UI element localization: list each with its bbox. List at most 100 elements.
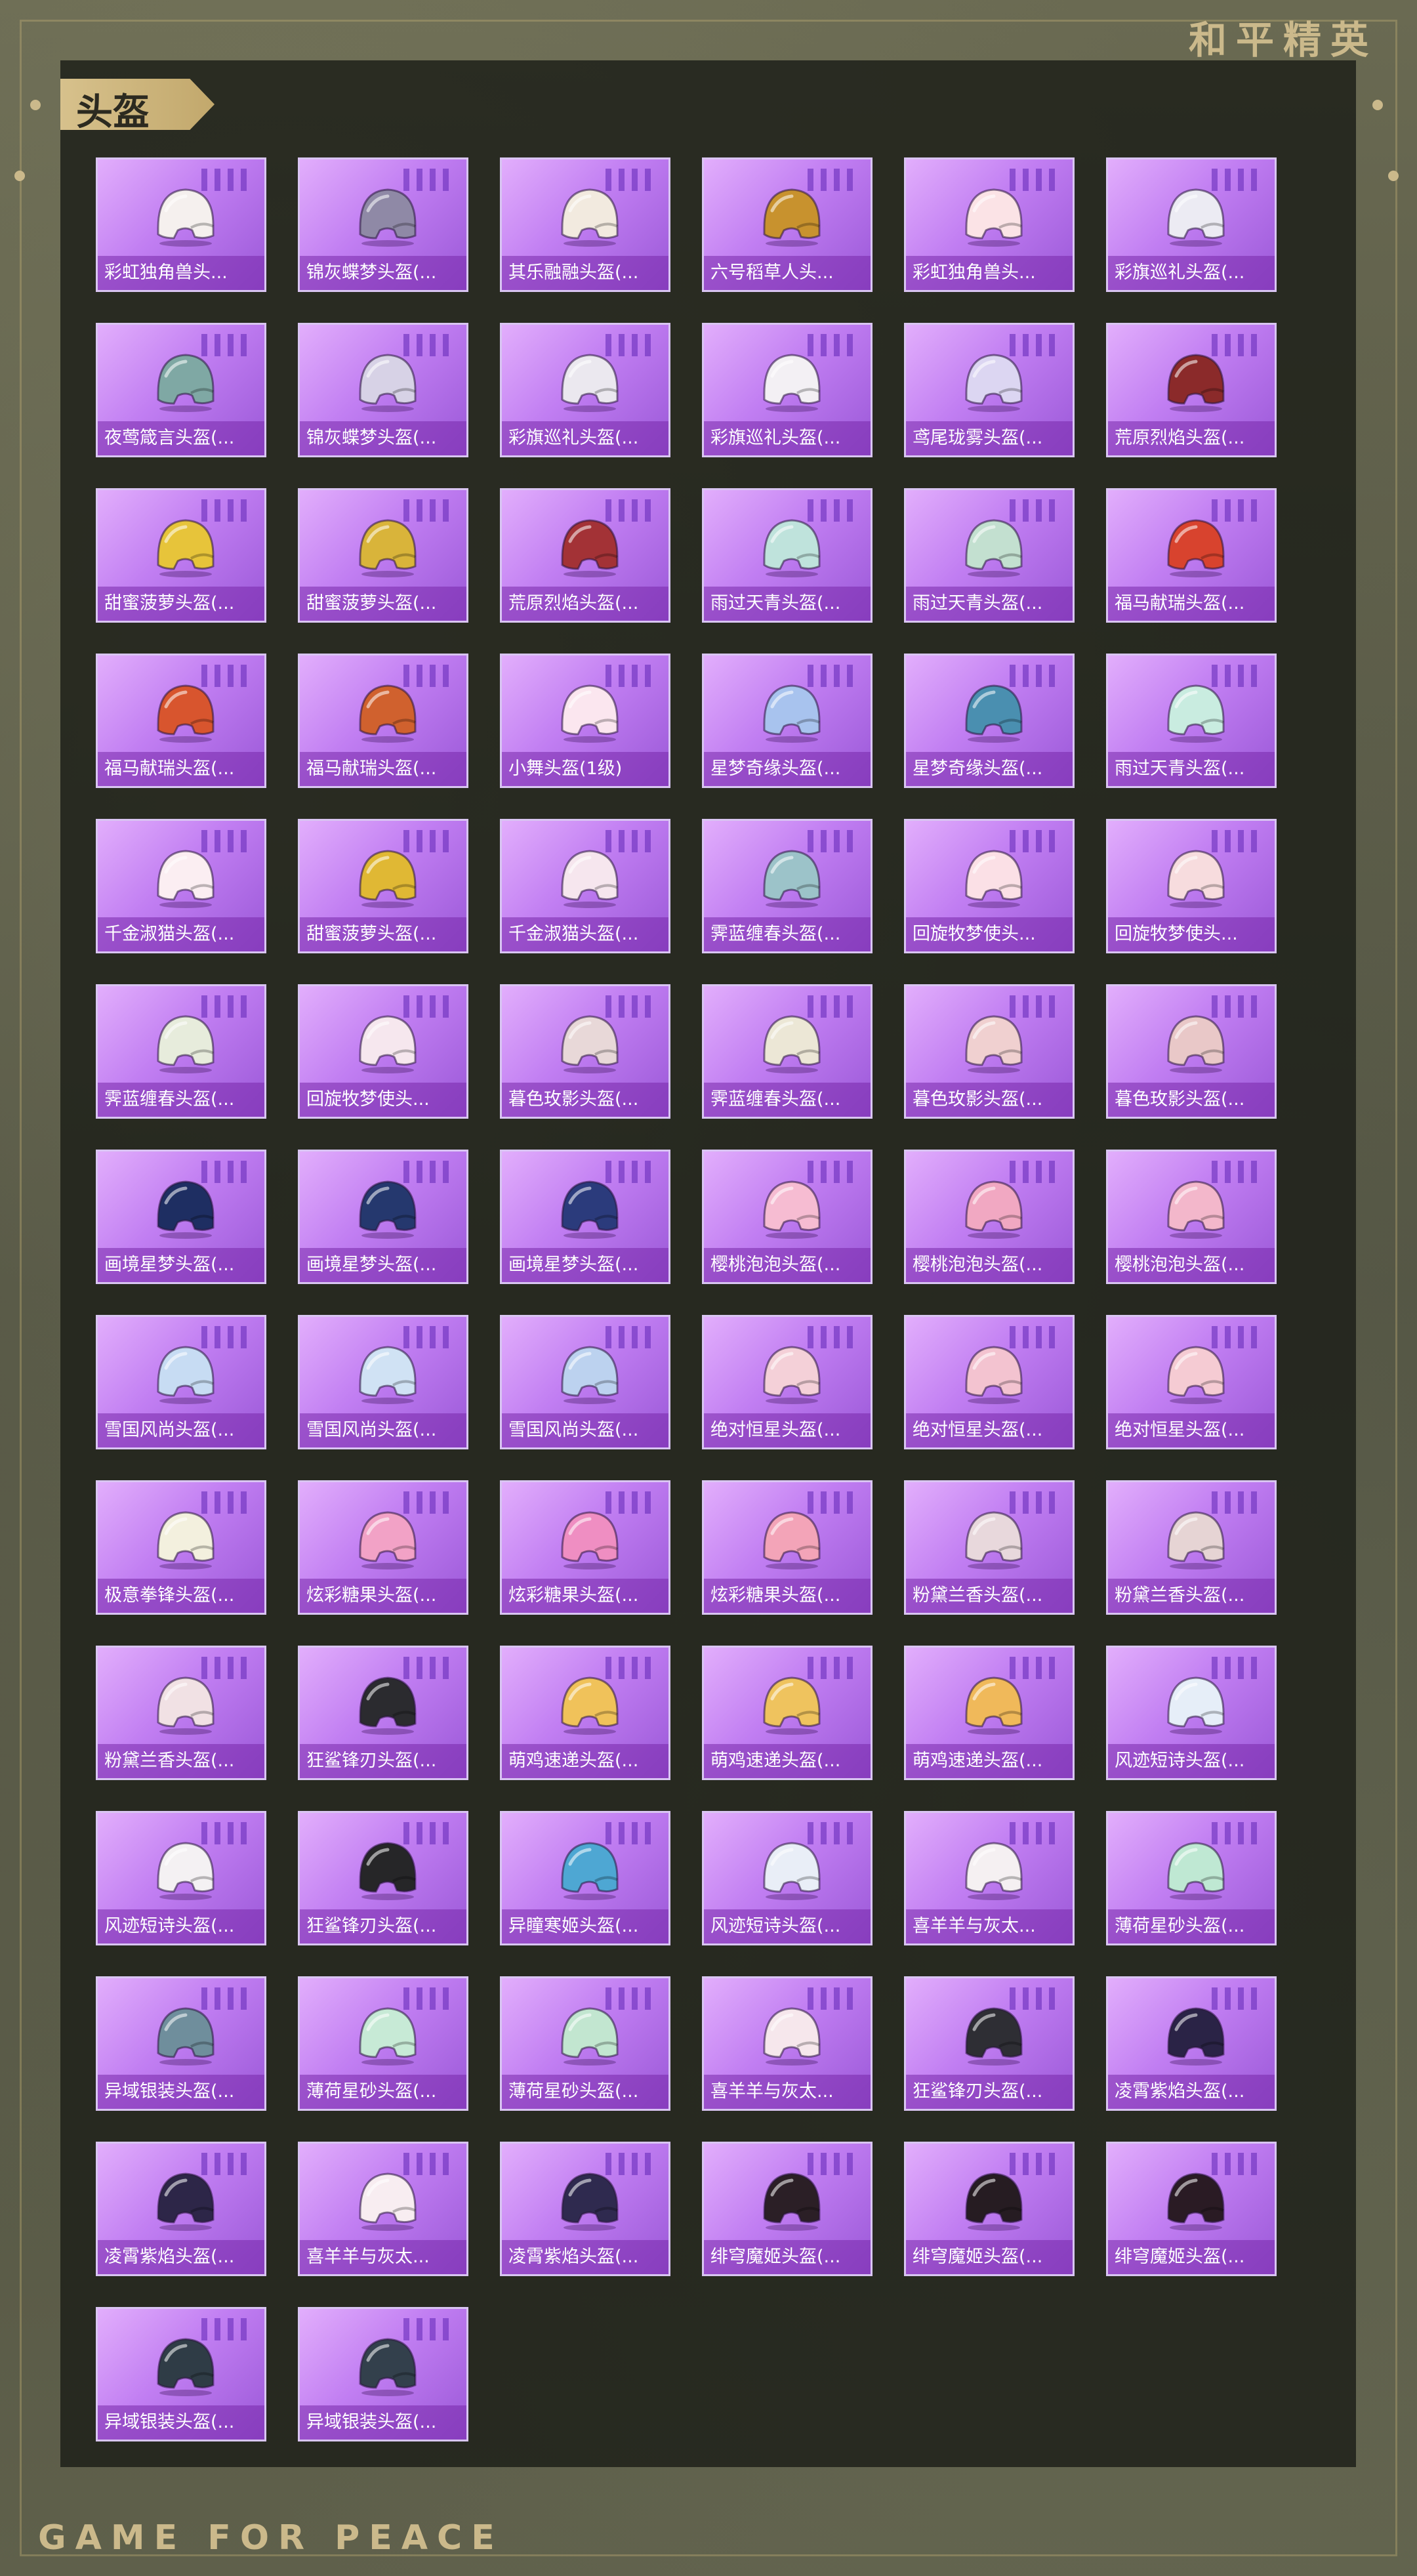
helmet-card[interactable]: 雨过天青头盔(... — [904, 488, 1075, 623]
helmet-card[interactable]: 六号稻草人头... — [702, 157, 873, 292]
helmet-card[interactable]: 绝对恒星头盔(... — [1106, 1315, 1277, 1449]
helmet-card[interactable]: 喜羊羊与灰太... — [702, 1976, 873, 2111]
helmet-card[interactable]: 鸢尾珑雾头盔(... — [904, 323, 1075, 457]
helmet-card[interactable]: 雨过天青头盔(... — [1106, 654, 1277, 788]
helmet-card[interactable]: 画境星梦头盔(... — [96, 1150, 266, 1284]
helmet-name: 异域银装头盔(... — [98, 2075, 264, 2109]
helmet-card[interactable]: 福马献瑞头盔(... — [96, 654, 266, 788]
helmet-card[interactable]: 彩虹独角兽头... — [904, 157, 1075, 292]
helmet-name: 福马献瑞头盔(... — [1108, 587, 1275, 621]
helmet-card[interactable]: 狂鲨锋刃头盔(... — [904, 1976, 1075, 2111]
helmet-card[interactable]: 喜羊羊与灰太... — [298, 2142, 468, 2276]
helmet-card[interactable]: 霁蓝缠春头盔(... — [96, 984, 266, 1119]
helmet-card[interactable]: 雪国风尚头盔(... — [96, 1315, 266, 1449]
helmet-card[interactable]: 彩旗巡礼头盔(... — [702, 323, 873, 457]
helmet-card[interactable]: 粉黛兰香头盔(... — [1106, 1480, 1277, 1615]
helmet-icon — [561, 1842, 619, 1900]
helmet-card[interactable]: 喜羊羊与灰太... — [904, 1811, 1075, 1945]
helmet-card[interactable]: 风迹短诗头盔(... — [96, 1811, 266, 1945]
helmet-card[interactable]: 薄荷星砂头盔(... — [500, 1976, 670, 2111]
helmet-card[interactable]: 锦灰蝶梦头盔(... — [298, 323, 468, 457]
helmet-card[interactable]: 绝对恒星头盔(... — [904, 1315, 1075, 1449]
helmet-card[interactable]: 夜莺箴言头盔(... — [96, 323, 266, 457]
helmet-name: 千金淑猫头盔(... — [502, 917, 668, 951]
helmet-card[interactable]: 暮色玫影头盔(... — [904, 984, 1075, 1119]
helmet-name: 回旋牧梦使头... — [1108, 917, 1275, 951]
helmet-card[interactable]: 回旋牧梦使头... — [1106, 819, 1277, 953]
helmet-card[interactable]: 星梦奇缘头盔(... — [702, 654, 873, 788]
helmet-card[interactable]: 甜蜜菠萝头盔(... — [96, 488, 266, 623]
helmet-icon — [157, 1346, 215, 1404]
helmet-card[interactable]: 粉黛兰香头盔(... — [96, 1646, 266, 1780]
helmet-card[interactable]: 樱桃泡泡头盔(... — [904, 1150, 1075, 1284]
helmet-card[interactable]: 雪国风尚头盔(... — [500, 1315, 670, 1449]
helmet-card[interactable]: 锦灰蝶梦头盔(... — [298, 157, 468, 292]
section-tab-helmets[interactable]: 头盔 — [60, 79, 215, 130]
helmet-icon — [1167, 1346, 1225, 1404]
helmet-icon — [763, 1180, 821, 1239]
helmet-card[interactable]: 风迹短诗头盔(... — [1106, 1646, 1277, 1780]
helmet-card[interactable]: 异域银装头盔(... — [298, 2307, 468, 2441]
helmet-icon — [763, 850, 821, 908]
helmet-card[interactable]: 回旋牧梦使头... — [298, 984, 468, 1119]
helmet-card[interactable]: 绝对恒星头盔(... — [702, 1315, 873, 1449]
helmet-card[interactable]: 凌霄紫焰头盔(... — [500, 2142, 670, 2276]
helmet-card[interactable]: 炫彩糖果头盔(... — [298, 1480, 468, 1615]
helmet-card[interactable]: 薄荷星砂头盔(... — [298, 1976, 468, 2111]
helmet-card[interactable]: 萌鸡速递头盔(... — [702, 1646, 873, 1780]
helmet-card[interactable]: 回旋牧梦使头... — [904, 819, 1075, 953]
helmet-card[interactable]: 甜蜜菠萝头盔(... — [298, 819, 468, 953]
helmet-card[interactable]: 其乐融融头盔(... — [500, 157, 670, 292]
helmet-card[interactable]: 异域银装头盔(... — [96, 2307, 266, 2441]
helmet-card[interactable]: 甜蜜菠萝头盔(... — [298, 488, 468, 623]
helmet-card[interactable]: 雪国风尚头盔(... — [298, 1315, 468, 1449]
helmet-card[interactable]: 风迹短诗头盔(... — [702, 1811, 873, 1945]
helmet-card[interactable]: 异瞳寒姬头盔(... — [500, 1811, 670, 1945]
helmet-card[interactable]: 千金淑猫头盔(... — [96, 819, 266, 953]
helmet-card[interactable]: 樱桃泡泡头盔(... — [702, 1150, 873, 1284]
helmet-name: 狂鲨锋刃头盔(... — [300, 1744, 466, 1778]
helmet-card[interactable]: 小舞头盔(1级) — [500, 654, 670, 788]
helmet-icon — [359, 2007, 417, 2066]
helmet-card[interactable]: 樱桃泡泡头盔(... — [1106, 1150, 1277, 1284]
helmet-card[interactable]: 星梦奇缘头盔(... — [904, 654, 1075, 788]
helmet-card[interactable]: 彩虹独角兽头... — [96, 157, 266, 292]
helmet-card[interactable]: 粉黛兰香头盔(... — [904, 1480, 1075, 1615]
helmet-card[interactable]: 千金淑猫头盔(... — [500, 819, 670, 953]
helmet-card[interactable]: 暮色玫影头盔(... — [500, 984, 670, 1119]
helmet-name: 福马献瑞头盔(... — [300, 752, 466, 786]
helmet-card[interactable]: 荒原烈焰头盔(... — [500, 488, 670, 623]
helmet-card[interactable]: 炫彩糖果头盔(... — [500, 1480, 670, 1615]
helmet-card[interactable]: 萌鸡速递头盔(... — [904, 1646, 1075, 1780]
helmet-card[interactable]: 极意拳锋头盔(... — [96, 1480, 266, 1615]
helmet-card[interactable]: 薄荷星砂头盔(... — [1106, 1811, 1277, 1945]
helmet-icon — [965, 1015, 1023, 1073]
helmet-card[interactable]: 绯穹魔姬头盔(... — [1106, 2142, 1277, 2276]
helmet-name: 彩旗巡礼头盔(... — [1108, 256, 1275, 290]
helmet-card[interactable]: 画境星梦头盔(... — [298, 1150, 468, 1284]
helmet-icon — [561, 1676, 619, 1735]
helmet-card[interactable]: 画境星梦头盔(... — [500, 1150, 670, 1284]
helmet-name: 薄荷星砂头盔(... — [1108, 1909, 1275, 1943]
helmet-card[interactable]: 福马献瑞头盔(... — [298, 654, 468, 788]
helmet-name: 福马献瑞头盔(... — [98, 752, 264, 786]
helmet-card[interactable]: 暮色玫影头盔(... — [1106, 984, 1277, 1119]
helmet-card[interactable]: 狂鲨锋刃头盔(... — [298, 1811, 468, 1945]
helmet-card[interactable]: 雨过天青头盔(... — [702, 488, 873, 623]
helmet-card[interactable]: 荒原烈焰头盔(... — [1106, 323, 1277, 457]
helmet-card[interactable]: 彩旗巡礼头盔(... — [1106, 157, 1277, 292]
helmet-card[interactable]: 绯穹魔姬头盔(... — [702, 2142, 873, 2276]
helmet-card[interactable]: 彩旗巡礼头盔(... — [500, 323, 670, 457]
helmet-card[interactable]: 福马献瑞头盔(... — [1106, 488, 1277, 623]
helmet-card[interactable]: 炫彩糖果头盔(... — [702, 1480, 873, 1615]
helmet-card[interactable]: 霁蓝缠春头盔(... — [702, 819, 873, 953]
helmet-card[interactable]: 凌霄紫焰头盔(... — [1106, 1976, 1277, 2111]
helmet-card[interactable]: 绯穹魔姬头盔(... — [904, 2142, 1075, 2276]
helmet-card[interactable]: 异域银装头盔(... — [96, 1976, 266, 2111]
helmet-name: 凌霄紫焰头盔(... — [502, 2240, 668, 2274]
helmet-card[interactable]: 凌霄紫焰头盔(... — [96, 2142, 266, 2276]
helmet-card[interactable]: 萌鸡速递头盔(... — [500, 1646, 670, 1780]
helmet-icon — [965, 1511, 1023, 1569]
helmet-card[interactable]: 狂鲨锋刃头盔(... — [298, 1646, 468, 1780]
helmet-card[interactable]: 霁蓝缠春头盔(... — [702, 984, 873, 1119]
